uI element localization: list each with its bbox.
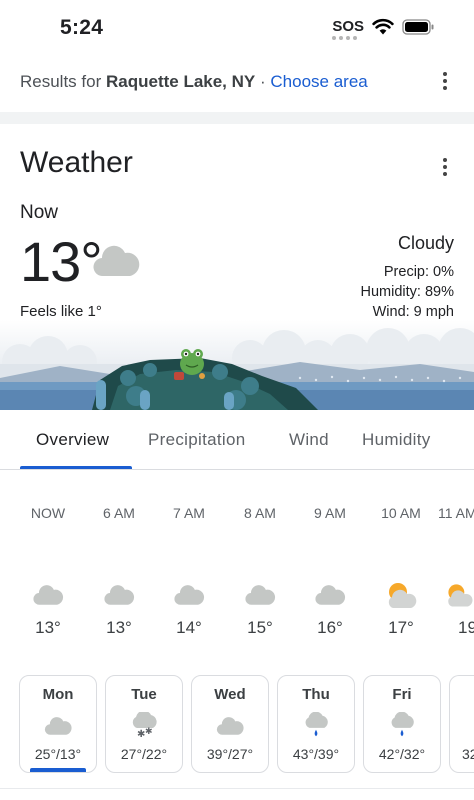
weather-scene-illustration bbox=[0, 320, 474, 410]
cloud-icon bbox=[104, 585, 135, 605]
cloud-icon bbox=[44, 717, 72, 735]
hour-temp: 13° bbox=[35, 618, 61, 637]
tab-overview[interactable]: Overview bbox=[36, 430, 109, 450]
day-card-partial[interactable]: 32° bbox=[449, 675, 474, 773]
day-card-thu[interactable]: Thu 43°/39° bbox=[277, 675, 355, 773]
hour-time: NOW bbox=[30, 505, 66, 521]
day-card-wed[interactable]: Wed 39°/27° bbox=[191, 675, 269, 773]
battery-icon bbox=[402, 18, 434, 35]
selected-day-indicator bbox=[30, 768, 86, 772]
hour-time: 11 AM bbox=[438, 505, 474, 521]
status-bar: 5:24 SOS bbox=[0, 0, 474, 56]
hour-temp: 14° bbox=[176, 618, 202, 637]
cloud-icon bbox=[245, 585, 276, 605]
location-name: Raquette Lake, NY bbox=[105, 72, 256, 91]
rain-cloud-icon bbox=[305, 712, 328, 737]
current-temperature: 13° bbox=[20, 230, 103, 293]
hour-time: 9 AM bbox=[314, 505, 346, 521]
results-header: Results for Raquette Lake, NY · Choose a… bbox=[0, 56, 474, 112]
hour-time: 8 AM bbox=[244, 505, 276, 521]
rain-cloud-icon bbox=[391, 712, 414, 737]
signal-dots bbox=[332, 36, 358, 40]
hour-time: 6 AM bbox=[103, 505, 135, 521]
day-temps: 43°/39° bbox=[292, 746, 340, 762]
feels-like: Feels like 1° bbox=[20, 303, 102, 320]
weather-more-icon[interactable] bbox=[442, 158, 448, 179]
now-label: Now bbox=[20, 202, 59, 223]
hour-time: 10 AM bbox=[381, 505, 421, 521]
results-more-icon[interactable] bbox=[442, 72, 448, 93]
weather-title: Weather bbox=[20, 146, 133, 179]
day-name: Tue bbox=[131, 686, 157, 703]
wind-value: Wind: 9 mph bbox=[372, 304, 454, 320]
sos-label: SOS bbox=[332, 18, 364, 35]
choose-area-link[interactable]: Choose area bbox=[270, 72, 367, 91]
day-card-fri[interactable]: Fri 42°/32° bbox=[363, 675, 441, 773]
precip-value: Precip: 0% bbox=[383, 264, 454, 280]
hour-time: 7 AM bbox=[173, 505, 205, 521]
hour-temp: 16° bbox=[317, 618, 343, 637]
separator-dot: · bbox=[259, 72, 266, 91]
svg-text:✱: ✱ bbox=[145, 727, 153, 737]
day-temps: 25°/13° bbox=[34, 746, 82, 762]
sos-indicator: SOS bbox=[332, 18, 364, 40]
cloud-icon bbox=[315, 585, 346, 605]
day-card-tue[interactable]: Tue ✱ ✱ 27°/22° bbox=[105, 675, 183, 773]
hour-temp: 17° bbox=[388, 618, 414, 637]
partly-sunny-icon bbox=[448, 584, 473, 607]
day-temps: 27°/22° bbox=[120, 746, 168, 762]
day-name: Thu bbox=[302, 686, 330, 703]
day-temps: 42°/32° bbox=[378, 746, 426, 762]
day-temps: 39°/27° bbox=[206, 746, 254, 762]
hour-temp: 19° bbox=[458, 618, 474, 637]
active-tab-indicator bbox=[20, 466, 132, 469]
results-prefix: Results for bbox=[20, 72, 102, 91]
cloud-icon bbox=[93, 245, 140, 277]
day-name: Mon bbox=[42, 686, 74, 703]
cloud-icon bbox=[216, 717, 244, 735]
section-divider bbox=[0, 112, 474, 124]
cloud-icon bbox=[33, 585, 64, 605]
condition-label: Cloudy bbox=[397, 233, 454, 253]
status-indicators: SOS bbox=[332, 18, 434, 40]
weather-tabs: Overview Precipitation Wind Humidity bbox=[0, 410, 474, 470]
cloud-icon bbox=[174, 585, 205, 605]
humidity-value: Humidity: 89% bbox=[360, 284, 454, 300]
weather-details: Precip: 0% Humidity: 89% Wind: 9 mph bbox=[361, 262, 454, 322]
status-time: 5:24 bbox=[60, 16, 104, 39]
day-temps: 32° bbox=[462, 746, 474, 762]
day-card-mon[interactable]: Mon 25°/13° bbox=[19, 675, 97, 773]
hour-temp: 15° bbox=[247, 618, 273, 637]
wifi-icon bbox=[372, 18, 394, 35]
hour-temp: 13° bbox=[106, 618, 132, 637]
day-name: Fri bbox=[392, 686, 412, 703]
tab-precipitation[interactable]: Precipitation bbox=[148, 430, 245, 450]
bottom-divider bbox=[0, 788, 474, 789]
tab-humidity[interactable]: Humidity bbox=[362, 430, 431, 450]
results-text: Results for Raquette Lake, NY · Choose a… bbox=[20, 72, 368, 92]
snow-cloud-icon: ✱ ✱ bbox=[132, 712, 157, 740]
day-name: Wed bbox=[214, 686, 246, 703]
partly-sunny-icon bbox=[388, 583, 417, 608]
tab-wind[interactable]: Wind bbox=[289, 430, 329, 450]
